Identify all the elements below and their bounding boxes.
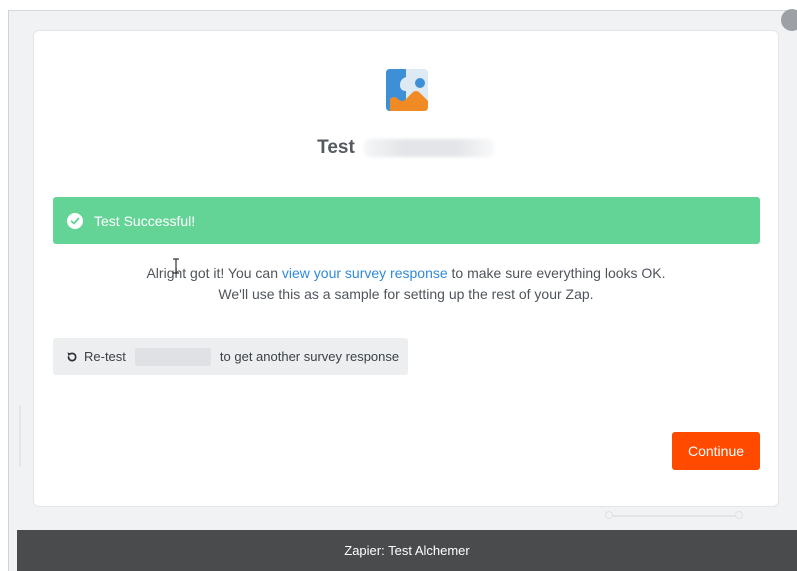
retest-button[interactable]: Re-test to get another survey response [53,338,408,375]
message-text: Alright got it! You can [146,265,282,281]
message-text: to make sure everything looks OK. [447,265,666,281]
message-line-1: Alright got it! You can view your survey… [34,263,778,284]
refresh-icon [67,351,77,361]
view-survey-response-link[interactable]: view your survey response [282,265,448,281]
check-circle-icon [67,212,83,229]
success-message: Test Successful! [94,212,196,229]
background-node [735,511,743,519]
success-banner: Test Successful! [53,197,760,244]
text-cursor-icon [173,258,179,274]
retest-label-suffix: to get another survey response [219,349,400,364]
background-node [605,511,613,519]
window-title: Zapier: Test Alchemer [344,543,470,558]
alchemer-puzzle-icon [386,69,428,111]
background-connector [609,515,739,517]
result-message: Alright got it! You can view your survey… [34,263,778,305]
page-title: Test [34,135,778,161]
background-connector [19,406,21,466]
test-result-card: Test Test Successful! Alright got it! Yo… [33,30,779,507]
retest-label: Re-test [84,349,126,364]
scrollbar-thumb[interactable] [781,9,797,31]
message-line-2: We'll use this as a sample for setting u… [218,286,594,302]
window-footer: Zapier: Test Alchemer [17,530,797,571]
title-text: Test [317,137,355,158]
continue-button[interactable]: Continue [672,432,760,470]
redacted-app-name [362,139,495,157]
redacted-app-name [134,347,211,366]
